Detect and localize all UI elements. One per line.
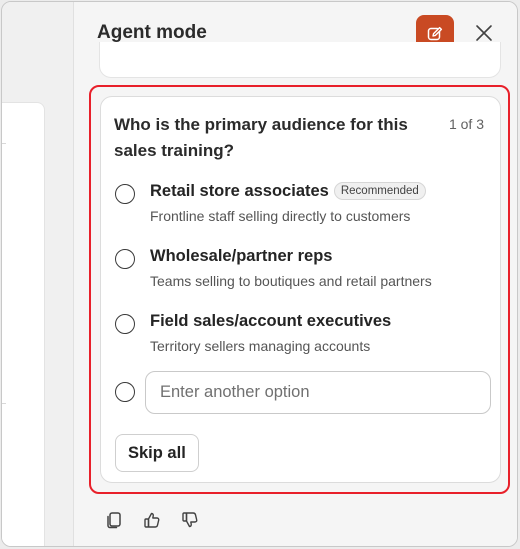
agent-panel: Agent mode Who is the primary audience f… [75, 2, 517, 546]
question-text: Who is the primary audience for this sal… [114, 115, 408, 160]
panel-title: Agent mode [97, 22, 207, 43]
radio-button[interactable] [115, 382, 135, 402]
option-label: Retail store associates Recommended [150, 182, 426, 201]
canvas-line [2, 143, 6, 144]
option-description: Territory sellers managing accounts [150, 338, 371, 354]
other-option-input[interactable] [145, 371, 491, 414]
option-label: Wholesale/partner reps [150, 247, 333, 265]
app-window: Agent mode Who is the primary audience f… [1, 1, 518, 547]
recommended-badge: Recommended [333, 182, 426, 200]
copy-icon [107, 512, 121, 529]
highlight-box: Who is the primary audience for this sal… [89, 85, 510, 494]
compose-icon [427, 26, 443, 41]
question-counter: 1 of 3 [448, 116, 484, 132]
option-retail-store-associates[interactable]: Retail store associates Recommended Front… [115, 182, 485, 226]
canvas-line [2, 403, 6, 404]
thumbs-down-button[interactable] [177, 507, 203, 533]
option-description: Frontline staff selling directly to cust… [150, 208, 411, 224]
copy-button[interactable] [101, 507, 127, 533]
left-pane [2, 2, 74, 546]
thumbs-up-icon [144, 512, 160, 528]
close-icon [476, 25, 492, 41]
skip-all-button[interactable]: Skip all [115, 434, 199, 472]
thumbs-down-icon [182, 512, 198, 528]
option-label: Field sales/account executives [150, 312, 392, 330]
option-label-text: Retail store associates [150, 182, 329, 200]
thumbs-up-button[interactable] [139, 507, 165, 533]
document-canvas[interactable] [2, 102, 45, 546]
radio-button[interactable] [115, 314, 135, 334]
question-card: Who is the primary audience for this sal… [100, 96, 501, 483]
option-description: Teams selling to boutiques and retail pa… [150, 273, 432, 289]
previous-message-card [99, 42, 501, 78]
radio-button[interactable] [115, 184, 135, 204]
feedback-bar [101, 507, 203, 533]
option-wholesale-partner-reps[interactable]: Wholesale/partner reps Teams selling to … [115, 247, 485, 291]
option-field-sales[interactable]: Field sales/account executives Territory… [115, 312, 485, 356]
other-option-row [115, 371, 495, 415]
radio-button[interactable] [115, 249, 135, 269]
